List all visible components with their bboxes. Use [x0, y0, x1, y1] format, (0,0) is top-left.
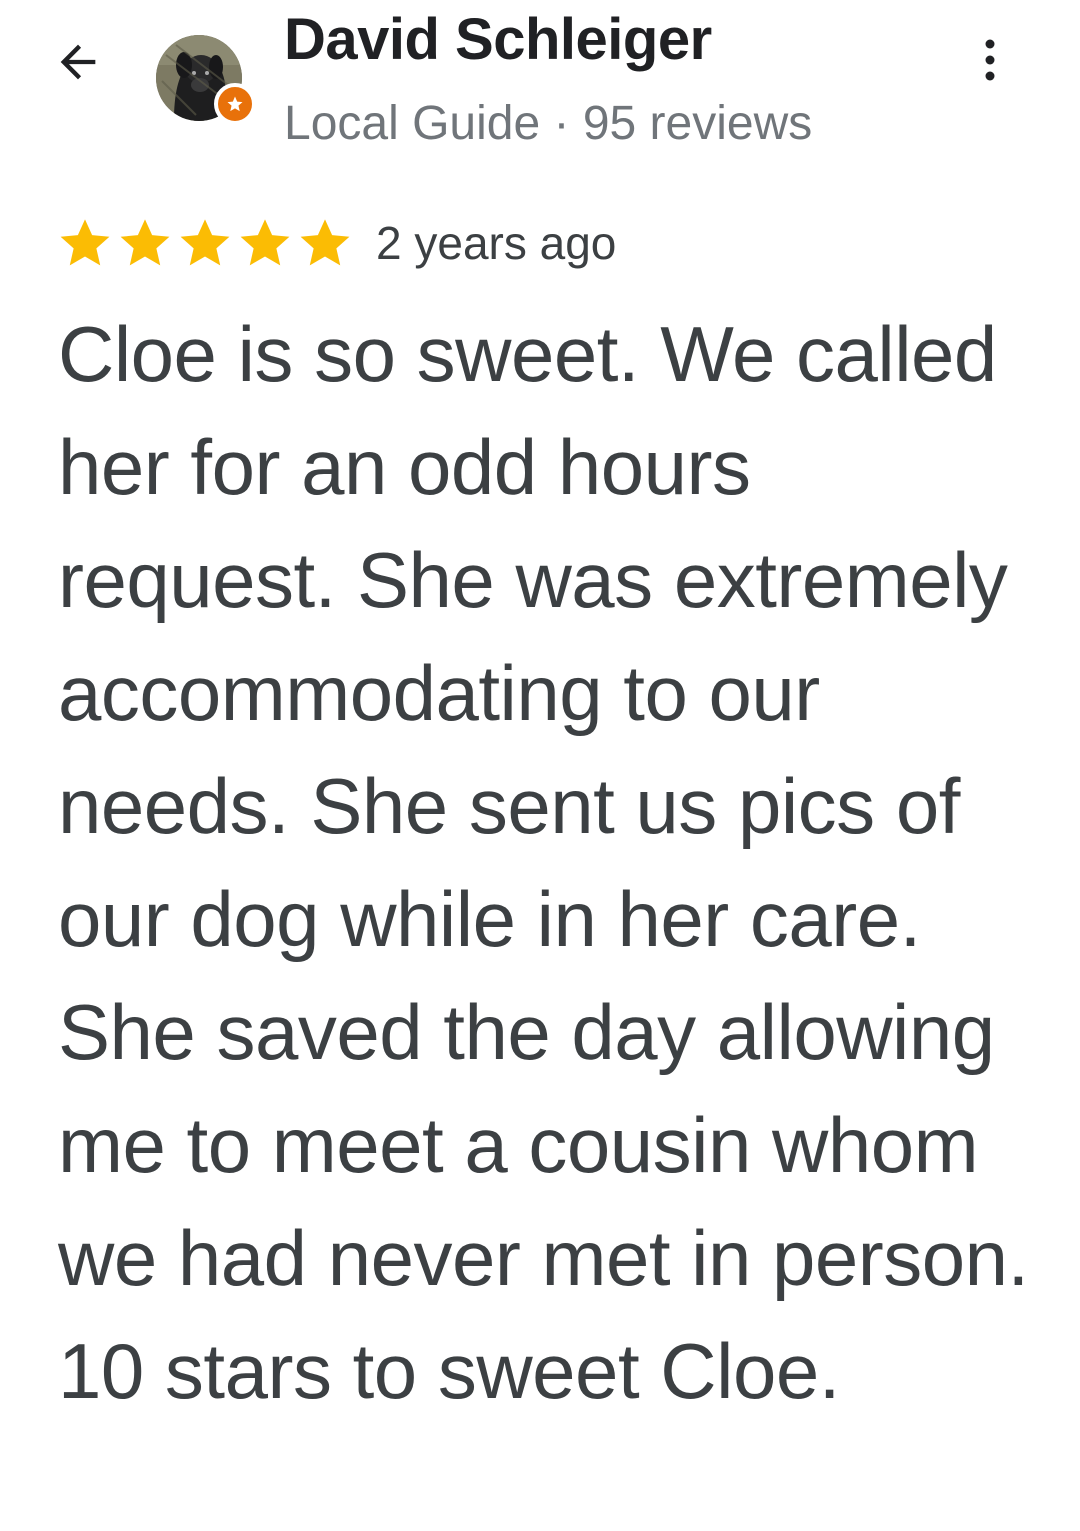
review-time: 2 years ago [376, 217, 617, 269]
reviewer-avatar-button[interactable] [156, 35, 256, 127]
back-button[interactable] [50, 34, 106, 90]
reviewer-subtitle: Local Guide · 95 reviews [284, 97, 813, 150]
local-guide-badge-icon [214, 83, 256, 125]
star-icon [60, 219, 110, 266]
review-text: Cloe is so sweet. We called her for an o… [58, 310, 1072, 1415]
more-vert-icon [985, 39, 995, 81]
rating-row: 2 years ago [56, 208, 616, 278]
star-icon [300, 219, 350, 266]
star-icon [180, 219, 230, 266]
star-icon [227, 96, 243, 112]
reviewer-name[interactable]: David Schleiger [284, 6, 712, 73]
review-header: David Schleiger Local Guide · 95 reviews [0, 0, 1080, 180]
more-options-button[interactable] [962, 30, 1018, 90]
star-icon [120, 219, 170, 266]
star-rating [56, 214, 354, 272]
arrow-left-icon [60, 44, 96, 80]
star-icon [240, 219, 290, 266]
